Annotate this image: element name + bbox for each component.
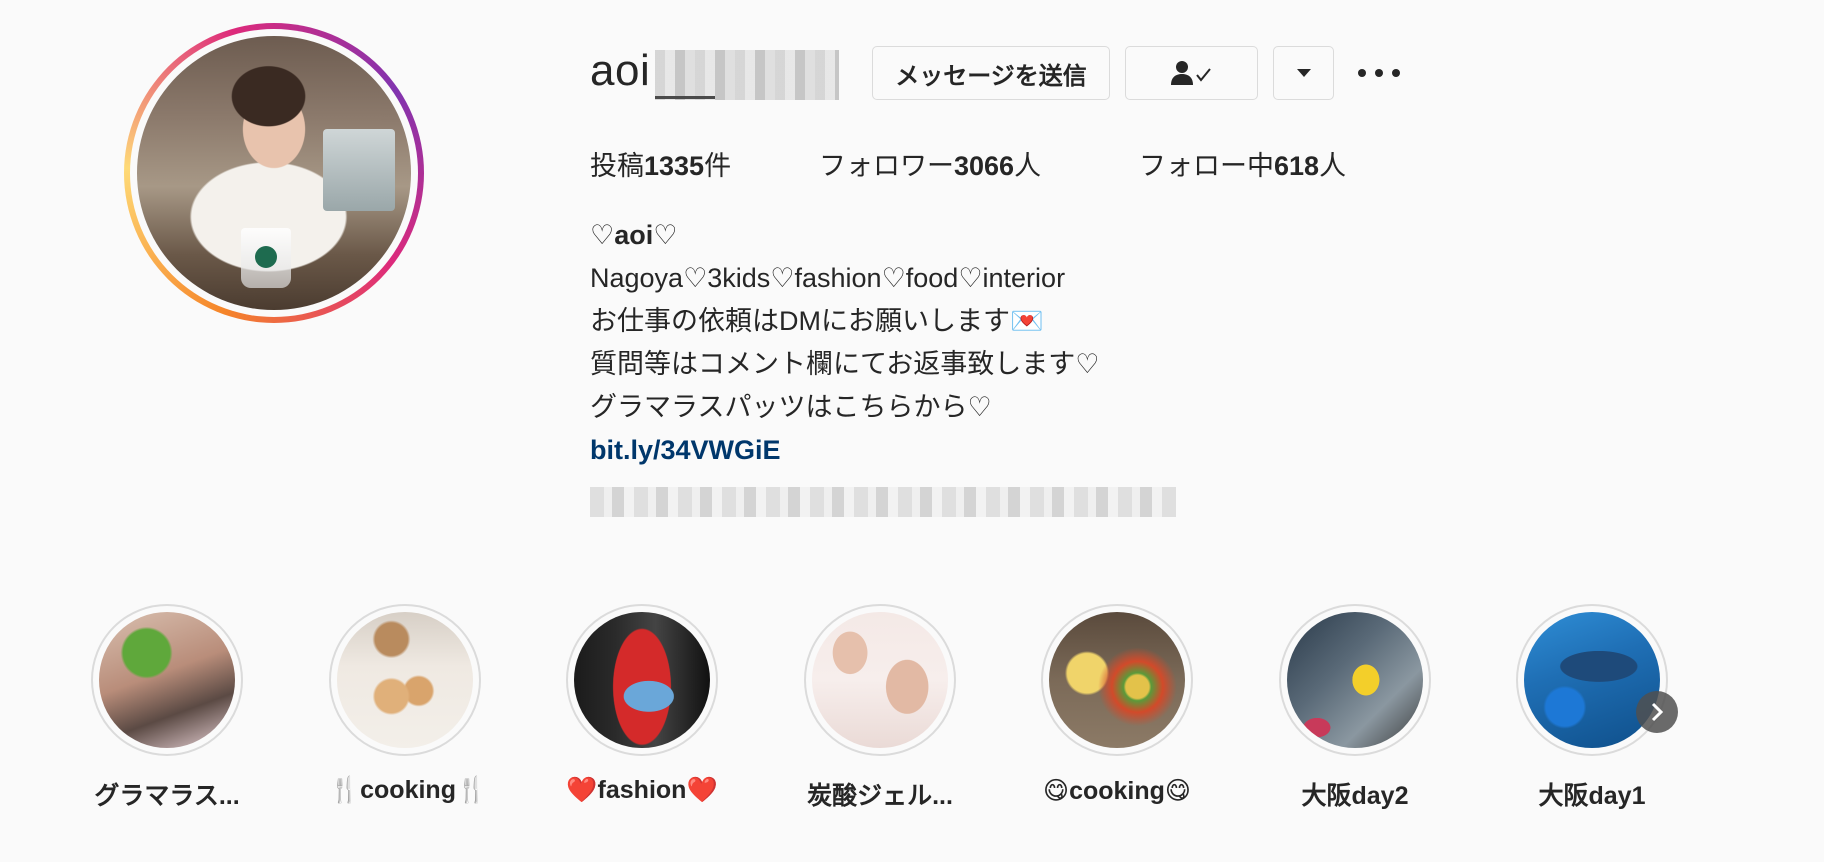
highlight-item[interactable]: 大阪day2 [1279,604,1431,812]
following-prefix: フォロー中 [1139,151,1274,181]
highlight-label: 炭酸ジェル... [807,782,953,810]
person-check-icon [1170,61,1211,85]
followers-number: 3066 [954,151,1015,181]
caret-down-icon [1296,69,1311,77]
highlight-item[interactable]: グラマラス... [91,604,243,812]
highlight-thumbnail [1524,612,1660,748]
highlight-thumbnail [574,612,710,748]
highlight-item[interactable]: 炭酸ジェル... [804,604,956,812]
more-options-icon[interactable] [1358,60,1400,86]
highlight-ring [804,604,956,756]
bio-line: グラマラスパッツはこちらから♡ [590,392,992,422]
highlight-thumbnail [1287,612,1423,748]
highlight-thumbnail [99,612,235,748]
followers-prefix: フォロワー [819,151,954,181]
highlights-next-arrow[interactable] [1636,691,1678,733]
more-dot [1392,69,1400,77]
highlight-ring [329,604,481,756]
highlight-label: 大阪day1 [1538,782,1646,810]
username-redacted [655,50,839,100]
more-dot [1358,69,1366,77]
avatar-border [130,29,418,317]
highlight-ring [1041,604,1193,756]
more-dot [1375,69,1383,77]
posts-prefix: 投稿 [590,151,644,181]
avatar-photo-cup [241,227,292,288]
following-number: 618 [1274,151,1320,181]
followers-suffix: 人 [1014,151,1042,181]
display-name: ♡aoi♡ [590,220,678,250]
following-suffix: 人 [1319,151,1347,181]
highlight-thumbnail [337,612,473,748]
highlight-label: 大阪day2 [1301,782,1409,810]
posts-number: 1335 [644,151,705,181]
highlight-ring [1279,604,1431,756]
username-underline [655,96,715,99]
highlight-ring [1516,604,1668,756]
highlight-item[interactable]: 😋cooking😋 [1041,604,1193,806]
profile-avatar[interactable] [124,23,424,323]
following-button[interactable] [1125,46,1258,100]
highlight-label: ❤️fashion❤️ [566,776,718,804]
username: aoi [590,46,651,95]
highlight-item[interactable]: 🍴cooking🍴 [329,604,488,805]
chevron-right-icon [1651,702,1664,722]
highlight-label: 🍴cooking🍴 [329,776,488,804]
highlight-label: 😋cooking😋 [1043,777,1191,805]
highlight-thumbnail [1049,612,1185,748]
highlight-label: グラマラス... [94,782,240,810]
highlight-item[interactable]: ❤️fashion❤️ [566,604,718,805]
bio-line: 質問等はコメント欄にてお返事致します♡ [590,349,1100,379]
bio-link[interactable]: bit.ly/34VWGiE [590,429,1099,472]
highlight-ring [91,604,243,756]
avatar-photo-window [323,129,395,212]
profile-bio: ♡aoi♡ Nagoya♡3kids♡fashion♡food♡interior… [590,214,1099,472]
avatar-photo [137,36,411,310]
posts-suffix: 件 [704,151,732,181]
suggestions-dropdown-button[interactable] [1273,46,1334,100]
highlight-thumbnail [812,612,948,748]
followed-by-redacted [590,487,1176,517]
following-link[interactable]: フォロー中618人 [1139,144,1346,183]
highlight-ring [566,604,718,756]
send-message-button[interactable]: メッセージを送信 [872,46,1110,100]
bio-line: お仕事の依頼はDMにお願いします💌 [590,306,1044,336]
followers-link[interactable]: フォロワー3066人 [819,144,1041,183]
posts-count: 投稿1335件 [590,144,731,183]
bio-line: Nagoya♡3kids♡fashion♡food♡interior [590,263,1066,293]
